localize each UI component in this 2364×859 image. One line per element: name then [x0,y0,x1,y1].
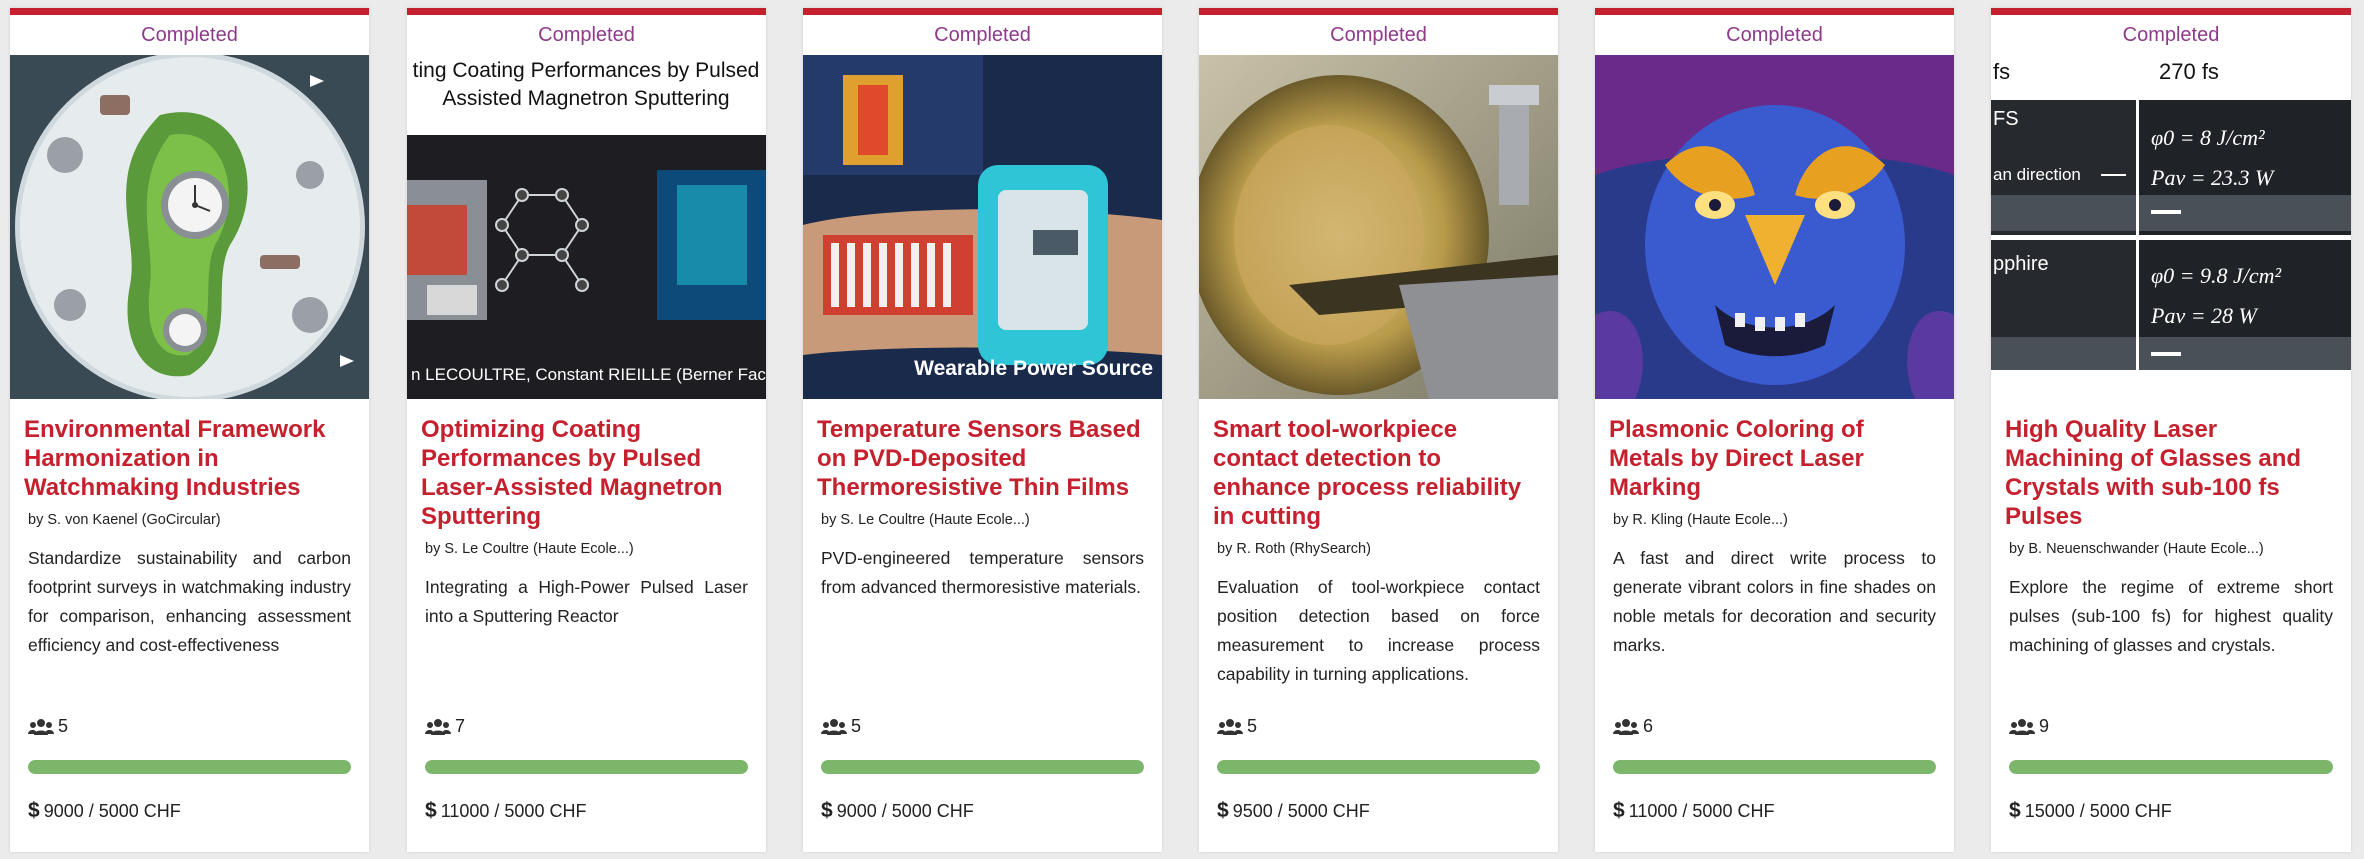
members-count: 5 [1217,716,1257,737]
users-icon [2009,718,2035,735]
progress-fill [821,760,1144,774]
members-value: 6 [1643,716,1654,736]
funding-value: 15000 / 5000 CHF [2024,800,2172,821]
dollar-icon: $ [28,799,40,822]
project-card[interactable]: Completed Smart tool-workpiece contact d… [1199,8,1558,852]
members-value: 5 [1247,716,1258,736]
status-label: Completed [538,24,635,46]
project-description: PVD-engineered temperature sensors from … [821,548,1144,597]
users-icon [28,718,54,735]
status-label: Completed [934,24,1031,46]
image-text-line2: Assisted Magnetron Sputtering [442,87,729,110]
image-text-fs: fs [1993,59,2010,84]
project-title[interactable]: Optimizing Coating Performances by Pulse… [421,415,752,531]
funding-value: 11000 / 5000 CHF [1628,800,1775,821]
progress-fill [2009,760,2333,774]
image-text-phi1: φ0 = 8 J/cm² [2151,125,2265,150]
funding-progress-bar [1217,760,1540,774]
project-card[interactable]: Completed Plasmonic Coloring of Metals b… [1595,8,1954,852]
project-cards: Completed Environmental Framework Harmon… [10,8,2364,852]
status-label: Completed [2122,24,2220,46]
funding-value: 11000 / 5000 CHF [440,800,587,821]
project-title[interactable]: Temperature Sensors Based on PVD-Deposit… [817,415,1148,502]
project-description: Integrating a High-Power Pulsed Laser in… [425,577,748,626]
members-count: 9 [2009,716,2049,737]
project-image[interactable] [1595,55,1954,399]
members-value: 5 [851,716,862,736]
project-image[interactable] [10,55,369,399]
dollar-icon: $ [2009,799,2021,822]
users-icon [821,718,847,735]
members-value: 5 [58,716,69,736]
members-count: 6 [1613,716,1653,737]
project-image[interactable]: Wearable Power Source [803,55,1162,399]
users-icon [425,718,451,735]
members-value: 9 [2039,716,2050,736]
funding-progress-bar [28,760,351,774]
project-card[interactable]: Completed ting Coating Performances by P… [407,8,766,852]
users-icon [1217,718,1243,735]
image-text-bottom: n LECOULTRE, Constant RIEILLE (Berner Fa… [411,365,766,384]
status-label: Completed [1330,24,1427,46]
members-count: 5 [28,716,68,737]
funding-value: 9000 / 5000 CHF [43,800,181,821]
image-text-scan: an direction [1993,165,2081,184]
image-text-fs-label: FS [1993,108,2019,130]
funding-amount: $ 11000 / 5000 CHF [1613,799,1774,823]
funding-progress-bar [2009,760,2333,774]
members-count: 5 [821,716,861,737]
image-caption: Wearable Power Source [914,357,1153,380]
dollar-icon: $ [821,799,833,822]
project-author: by S. von Kaenel (GoCircular) [28,512,221,528]
funding-value: 9000 / 5000 CHF [836,800,974,821]
dollar-icon: $ [425,799,437,822]
progress-fill [28,760,351,774]
funding-amount: $ 9000 / 5000 CHF [821,799,974,823]
members-count: 7 [425,716,465,737]
image-text-pav1: Pav = 23.3 W [2150,165,2275,190]
image-text-sapphire: pphire [1993,253,2049,275]
funding-amount: $ 15000 / 5000 CHF [2009,799,2172,823]
project-description: Standardize sustainability and carbon fo… [28,548,351,655]
status-label: Completed [141,24,238,46]
users-icon [1613,718,1639,735]
project-image[interactable]: ting Coating Performances by Pulsed Assi… [407,55,766,399]
funding-value: 9500 / 5000 CHF [1232,800,1370,821]
project-author: by S. Le Coultre (Haute Ecole...) [425,541,634,557]
project-title[interactable]: Smart tool-workpiece contact detection t… [1213,415,1544,531]
project-card[interactable]: Completed fs 270 fs FS an direction pphi… [1991,8,2351,852]
project-image[interactable] [1199,55,1558,399]
project-description: Explore the regime of extreme short puls… [2009,577,2333,655]
progress-fill [425,760,748,774]
dollar-icon: $ [1613,799,1625,822]
project-title[interactable]: High Quality Laser Machining of Glasses … [2005,415,2337,531]
project-author: by S. Le Coultre (Haute Ecole...) [821,512,1030,528]
funding-amount: $ 9000 / 5000 CHF [28,799,181,823]
funding-progress-bar [425,760,748,774]
funding-progress-bar [1613,760,1936,774]
image-text-phi2: φ0 = 9.8 J/cm² [2151,263,2282,288]
project-author: by R. Kling (Haute Ecole...) [1613,512,1788,528]
funding-amount: $ 9500 / 5000 CHF [1217,799,1370,823]
status-label: Completed [1726,24,1823,46]
progress-fill [1217,760,1540,774]
project-card[interactable]: Completed Wearable Power Source Temperat… [803,8,1162,852]
funding-amount: $ 11000 / 5000 CHF [425,799,586,823]
image-text-line1: ting Coating Performances by Pulsed [413,59,760,82]
project-author: by B. Neuenschwander (Haute Ecole...) [2009,541,2264,557]
project-author: by R. Roth (RhySearch) [1217,541,1371,557]
image-text-pav2: Pav = 28 W [2150,303,2259,328]
project-description: Evaluation of tool-workpiece contact pos… [1217,577,1540,684]
project-card[interactable]: Completed Environmental Framework Harmon… [10,8,369,852]
project-image[interactable]: fs 270 fs FS an direction pphire φ0 = 8 … [1991,55,2351,399]
project-title[interactable]: Environmental Framework Harmonization in… [24,415,355,502]
progress-fill [1613,760,1936,774]
image-text-270fs: 270 fs [2159,59,2219,84]
project-title[interactable]: Plasmonic Coloring of Metals by Direct L… [1609,415,1940,502]
funding-progress-bar [821,760,1144,774]
dollar-icon: $ [1217,799,1229,822]
members-value: 7 [455,716,466,736]
project-description: A fast and direct write process to gener… [1613,548,1936,655]
